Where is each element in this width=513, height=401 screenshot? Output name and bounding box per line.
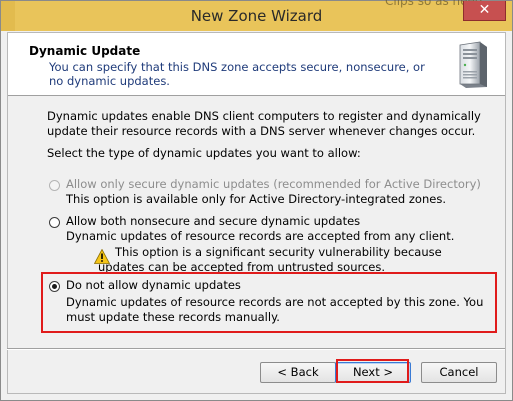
option-secure-only-description: This option is available only for Active…: [66, 192, 446, 206]
server-icon: [459, 41, 487, 88]
option-secure-only-label: Allow only secure dynamic updates (recom…: [66, 177, 481, 191]
window-title: New Zone Wizard: [190, 7, 323, 25]
option-nonsecure-and-secure-description: Dynamic updates of resource records are …: [66, 229, 455, 243]
wizard-header: Dynamic Update You can specify that this…: [8, 33, 505, 96]
warning-text: This option is a significant security vu…: [98, 245, 442, 274]
radio-nonsecure-and-secure[interactable]: [49, 217, 60, 228]
radio-secure-only[interactable]: [49, 180, 60, 191]
cancel-button[interactable]: Cancel: [421, 362, 497, 383]
selection-highlight-box: [41, 272, 497, 333]
wizard-window: Clips so as need New Zone Wizard ✕ Dynam…: [0, 0, 513, 401]
next-highlight-box: [336, 359, 409, 383]
intro-text: Dynamic updates enable DNS client comput…: [47, 109, 481, 138]
option-nonsecure-and-secure-label[interactable]: Allow both nonsecure and secure dynamic …: [66, 214, 360, 229]
prompt-text: Select the type of dynamic updates you w…: [47, 146, 361, 160]
page-subtitle: You can specify that this DNS zone accep…: [49, 60, 425, 88]
close-icon: ✕: [478, 2, 491, 18]
wizard-page: Dynamic Update You can specify that this…: [7, 32, 506, 394]
back-button[interactable]: < Back: [260, 362, 336, 383]
button-separator: [7, 348, 505, 350]
page-title: Dynamic Update: [29, 44, 141, 58]
title-bar[interactable]: Clips so as need New Zone Wizard ✕: [1, 0, 512, 31]
close-button[interactable]: ✕: [463, 1, 506, 21]
